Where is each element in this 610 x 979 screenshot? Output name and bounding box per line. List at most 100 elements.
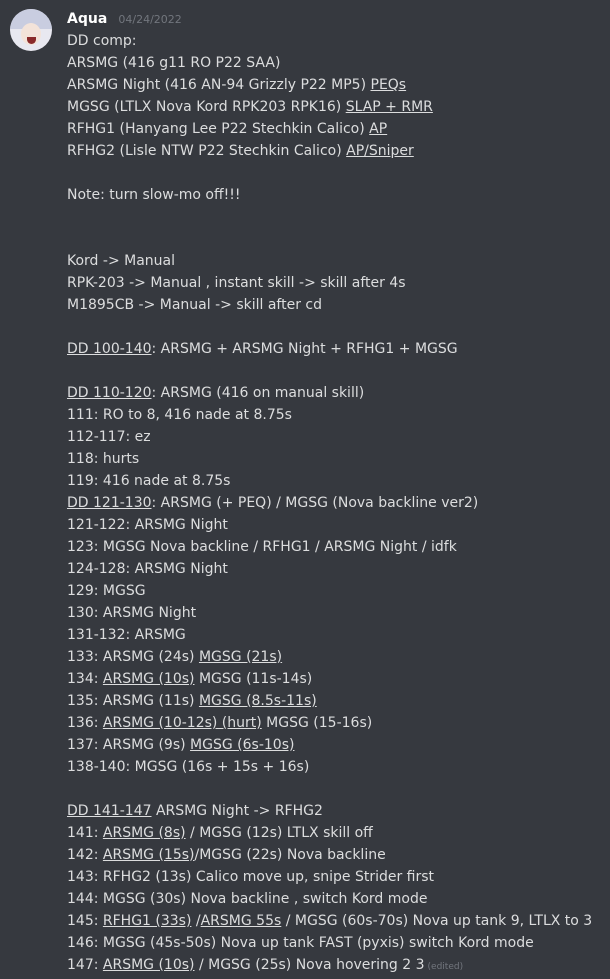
- message-text: 133: ARSMG (24s): [67, 649, 199, 665]
- message-line: DD 121-130: ARSMG (+ PEQ) / MGSG (Nova b…: [67, 492, 607, 514]
- underlined-text: DD 141-147: [67, 803, 152, 819]
- message-text: : ARSMG (+ PEQ) / MGSG (Nova backline ve…: [151, 495, 479, 511]
- username[interactable]: Aqua: [67, 11, 107, 27]
- message-line: RPK-203 -> Manual , instant skill -> ski…: [67, 272, 607, 294]
- underlined-text: MGSG (21s): [198, 649, 283, 665]
- message-text: M1895CB -> Manual -> skill after cd: [67, 297, 323, 313]
- underlined-text: AP: [369, 121, 388, 137]
- message-line: 124-128: ARSMG Night: [67, 558, 607, 580]
- message-text: RFHG2 (Lisle NTW P22 Stechkin Calico): [67, 143, 347, 159]
- message-text: 124-128: ARSMG Night: [67, 561, 228, 577]
- message-text: 144: MGSG (30s) Nova backline , switch K…: [67, 891, 428, 907]
- underlined-text: MGSG (8.5s-11s): [198, 693, 317, 709]
- chat-message: Aqua 04/24/2022 DD comp: ARSMG (416 g11 R…: [0, 0, 610, 979]
- message-text: ARSMG (416 g11 RO P22 SAA): [67, 55, 281, 71]
- message-text: : ARSMG + ARSMG Night + RFHG1 + MGSG: [151, 341, 458, 357]
- message-line: Note: turn slow-mo off!!!: [67, 184, 607, 206]
- user-avatar[interactable]: [10, 9, 52, 51]
- message-line: 138-140: MGSG (16s + 15s + 16s): [67, 756, 607, 778]
- message-line: 118: hurts: [67, 448, 607, 470]
- message-text: 118: hurts: [67, 451, 140, 467]
- message-text: / MGSG (12s) LTLX skill off: [185, 825, 373, 841]
- message-text: 136:: [67, 715, 103, 731]
- underlined-text: AP/Sniper: [346, 143, 414, 159]
- message-line: Kord -> Manual: [67, 250, 607, 272]
- message-text: RFHG1 (Hanyang Lee P22 Stechkin Calico): [67, 121, 370, 137]
- message-line: DD 110-120: ARSMG (416 on manual skill): [67, 382, 607, 404]
- message-text: 123: MGSG Nova backline / RFHG1 / ARSMG …: [67, 539, 457, 555]
- message-text: 142:: [67, 847, 103, 863]
- edited-label[interactable]: (edited): [428, 962, 464, 972]
- message-text: RPK-203 -> Manual , instant skill -> ski…: [67, 275, 406, 291]
- message-line: 133: ARSMG (24s) MGSG (21s): [67, 646, 607, 668]
- underlined-text: ARSMG (15s): [102, 847, 195, 863]
- message-text: / MGSG (60s-70s) Nova up tank 9, LTLX to…: [281, 913, 593, 929]
- message-text: 137: ARSMG (9s): [67, 737, 191, 753]
- message-text: 121-122: ARSMG Night: [67, 517, 228, 533]
- message-text: 143: RFHG2 (13s) Calico move up, snipe S…: [67, 869, 435, 885]
- message-text: 119: 416 nade at 8.75s: [67, 473, 231, 489]
- message-text: 134:: [67, 671, 103, 687]
- message-line: 136: ARSMG (10-12s) (hurt) MGSG (15-16s): [67, 712, 607, 734]
- message-line: MGSG (LTLX Nova Kord RPK203 RPK16) SLAP …: [67, 96, 607, 118]
- message-text: 135: ARSMG (11s): [67, 693, 199, 709]
- underlined-text: SLAP + RMR: [345, 99, 433, 115]
- message-line: 111: RO to 8, 416 nade at 8.75s: [67, 404, 607, 426]
- message-line: DD 100-140: ARSMG + ARSMG Night + RFHG1 …: [67, 338, 607, 360]
- message-line: 145: RFHG1 (33s) /ARSMG 55s / MGSG (60s-…: [67, 910, 607, 932]
- underlined-text: DD 121-130: [67, 495, 152, 511]
- message-text: 129: MGSG: [67, 583, 146, 599]
- message-text: ARSMG Night (416 AN-94 Grizzly P22 MP5): [67, 77, 371, 93]
- message-line: 144: MGSG (30s) Nova backline , switch K…: [67, 888, 607, 910]
- underlined-text: DD 100-140: [67, 341, 152, 357]
- message-line: 119: 416 nade at 8.75s: [67, 470, 607, 492]
- message-text: MGSG (15-16s): [261, 715, 373, 731]
- message-line: 131-132: ARSMG: [67, 624, 607, 646]
- message-text: 111: RO to 8, 416 nade at 8.75s: [67, 407, 292, 423]
- message-line: DD comp:: [67, 30, 607, 52]
- underlined-text: MGSG (6s-10s): [190, 737, 295, 753]
- underlined-text: ARSMG (10s): [102, 671, 195, 687]
- message-text: MGSG (LTLX Nova Kord RPK203 RPK16): [67, 99, 346, 115]
- message-line: 123: MGSG Nova backline / RFHG1 / ARSMG …: [67, 536, 607, 558]
- message-line: RFHG2 (Lisle NTW P22 Stechkin Calico) AP…: [67, 140, 607, 162]
- message-line: 130: ARSMG Night: [67, 602, 607, 624]
- message-header: Aqua 04/24/2022: [67, 8, 182, 28]
- message-line: 142: ARSMG (15s)/MGSG (22s) Nova backlin…: [67, 844, 607, 866]
- message-line: ARSMG (416 g11 RO P22 SAA): [67, 52, 607, 74]
- message-text: / MGSG (25s) Nova hovering 2 3: [194, 957, 425, 973]
- message-text: /: [191, 913, 201, 929]
- underlined-text: PEQs: [370, 77, 407, 93]
- message-line: 141: ARSMG (8s) / MGSG (12s) LTLX skill …: [67, 822, 607, 844]
- message-content: DD comp: ARSMG (416 g11 RO P22 SAA) ARSMG …: [67, 30, 607, 976]
- message-text: : ARSMG (416 on manual skill): [151, 385, 365, 401]
- underlined-text: ARSMG (8s): [102, 825, 186, 841]
- message-text: 145:: [67, 913, 103, 929]
- message-text: 138-140: MGSG (16s + 15s + 16s): [67, 759, 310, 775]
- message-line: 129: MGSG: [67, 580, 607, 602]
- message-text: ARSMG Night -> RFHG2: [151, 803, 323, 819]
- message-line: 134: ARSMG (10s) MGSG (11s-14s): [67, 668, 607, 690]
- underlined-text: ARSMG 55s: [200, 913, 282, 929]
- message-line: ARSMG Night (416 AN-94 Grizzly P22 MP5) …: [67, 74, 607, 96]
- message-text: Note: turn slow-mo off!!!: [67, 187, 241, 203]
- underlined-text: ARSMG (10-12s) (hurt): [102, 715, 262, 731]
- message-timestamp[interactable]: 04/24/2022: [118, 13, 181, 26]
- message-text: DD comp:: [67, 33, 137, 49]
- message-line: RFHG1 (Hanyang Lee P22 Stechkin Calico) …: [67, 118, 607, 140]
- message-text: 112-117: ez: [67, 429, 151, 445]
- message-text: MGSG (11s-14s): [194, 671, 313, 687]
- message-line: 146: MGSG (45s-50s) Nova up tank FAST (p…: [67, 932, 607, 954]
- underlined-text: RFHG1 (33s): [102, 913, 192, 929]
- underlined-text: DD 110-120: [67, 385, 152, 401]
- message-line: M1895CB -> Manual -> skill after cd: [67, 294, 607, 316]
- message-text: /MGSG (22s) Nova backline: [194, 847, 386, 863]
- message-text: 130: ARSMG Night: [67, 605, 197, 621]
- message-line: 112-117: ez: [67, 426, 607, 448]
- message-line: DD 141-147 ARSMG Night -> RFHG2: [67, 800, 607, 822]
